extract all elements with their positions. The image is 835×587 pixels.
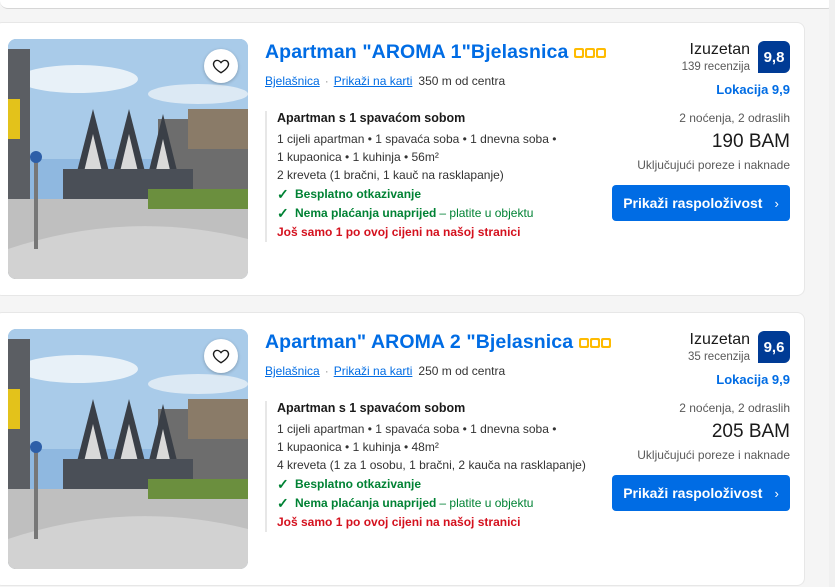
- separator: ·: [324, 364, 329, 378]
- heart-icon[interactable]: [204, 339, 238, 373]
- review-label: Izuzetan: [689, 41, 750, 58]
- property-card: Apartman" AROMA 2 "Bjelasnica Bjelašnica…: [0, 312, 805, 586]
- star-icon: [574, 47, 585, 58]
- room-details: Apartman s 1 spavaćom sobom 1 cijeli apa…: [265, 111, 556, 242]
- stay-info: 2 noćenja, 2 odraslih: [679, 401, 790, 415]
- checkmark-icon: ✓: [277, 476, 289, 492]
- distance-from-center: 250 m od centra: [418, 364, 506, 378]
- scrollbar[interactable]: [829, 0, 835, 587]
- show-availability-button[interactable]: Prikaži raspoloživost ›: [612, 475, 790, 511]
- taxes-note: Uključujući poreze i naknade: [637, 448, 790, 462]
- checkmark-icon: ✓: [277, 495, 289, 511]
- property-photo[interactable]: [8, 39, 248, 279]
- property-title[interactable]: Apartman" AROMA 2 "Bjelasnica: [265, 331, 573, 354]
- room-detail-line: 1 cijeli apartman • 1 spavaća soba • 1 d…: [277, 422, 557, 436]
- chevron-right-icon: ›: [774, 195, 779, 211]
- bed-info: 4 kreveta (1 za 1 osobu, 1 bračni, 2 kau…: [277, 458, 586, 472]
- review-label: Izuzetan: [689, 331, 750, 348]
- location-score: Lokacija 9,9: [716, 372, 790, 387]
- urgency-message: Još samo 1 po ovoj cijeni na našoj stran…: [277, 225, 521, 239]
- star-rating: [579, 337, 612, 348]
- location-link[interactable]: Bjelašnica: [265, 364, 320, 378]
- room-details: Apartman s 1 spavaćom sobom 1 cijeli apa…: [265, 401, 586, 532]
- show-on-map-link[interactable]: Prikaži na karti: [334, 364, 413, 378]
- price: 190 BAM: [711, 131, 790, 152]
- distance-from-center: 350 m od centra: [418, 74, 506, 88]
- property-photo[interactable]: [8, 329, 248, 569]
- chevron-right-icon: ›: [774, 485, 779, 501]
- property-card: Apartman "AROMA 1"Bjelasnica Bjelašnica …: [0, 22, 805, 296]
- bed-info: 2 kreveta (1 bračni, 1 kauč na rasklapan…: [277, 168, 504, 182]
- property-title[interactable]: Apartman "AROMA 1"Bjelasnica: [265, 41, 568, 64]
- no-prepayment: ✓ Nema plaćanja unaprijed – platite u ob…: [277, 495, 534, 511]
- room-title: Apartman s 1 spavaćom sobom: [277, 111, 466, 125]
- star-rating: [574, 47, 607, 58]
- review-score-badge: 9,6: [758, 331, 790, 363]
- star-icon: [601, 337, 612, 348]
- star-icon: [585, 47, 596, 58]
- review-count: 139 recenzija: [681, 61, 750, 73]
- star-icon: [596, 47, 607, 58]
- review-summary[interactable]: Izuzetan 139 recenzija 9,8: [682, 41, 790, 75]
- price: 205 BAM: [711, 421, 790, 442]
- room-title: Apartman s 1 spavaćom sobom: [277, 401, 466, 415]
- star-icon: [579, 337, 590, 348]
- separator: ·: [324, 74, 329, 88]
- location-score: Lokacija 9,9: [716, 82, 790, 97]
- location-link[interactable]: Bjelašnica: [265, 74, 320, 88]
- review-summary[interactable]: Izuzetan 35 recenzija 9,6: [688, 331, 790, 365]
- room-detail-line: 1 cijeli apartman • 1 spavaća soba • 1 d…: [277, 132, 557, 146]
- free-cancellation: ✓ Besplatno otkazivanje: [277, 186, 422, 202]
- review-count: 35 recenzija: [687, 351, 750, 363]
- room-detail-line: 1 kupaonica • 1 kuhinja • 56m²: [277, 150, 439, 164]
- no-prepayment: ✓ Nema plaćanja unaprijed – platite u ob…: [277, 205, 534, 221]
- show-availability-button[interactable]: Prikaži raspoloživost ›: [612, 185, 790, 221]
- star-icon: [590, 337, 601, 348]
- stay-info: 2 noćenja, 2 odraslih: [679, 111, 790, 125]
- heart-icon[interactable]: [204, 49, 238, 83]
- checkmark-icon: ✓: [277, 186, 289, 202]
- review-score-badge: 9,8: [758, 41, 790, 73]
- show-on-map-link[interactable]: Prikaži na karti: [334, 74, 413, 88]
- taxes-note: Uključujući poreze i naknade: [637, 158, 790, 172]
- checkmark-icon: ✓: [277, 205, 289, 221]
- room-detail-line: 1 kupaonica • 1 kuhinja • 48m²: [277, 440, 439, 454]
- urgency-message: Još samo 1 po ovoj cijeni na našoj stran…: [277, 515, 521, 529]
- free-cancellation: ✓ Besplatno otkazivanje: [277, 476, 422, 492]
- previous-card-edge: [0, 0, 835, 9]
